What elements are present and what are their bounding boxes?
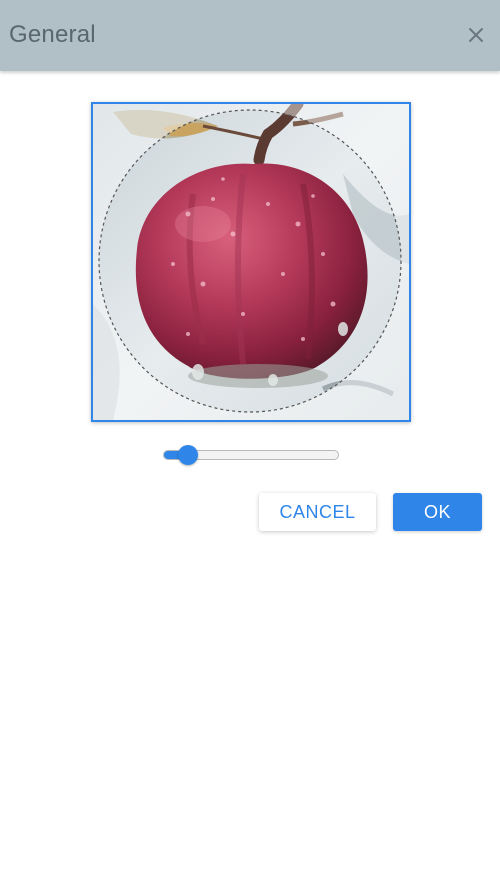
cancel-button[interactable]: CANCEL	[259, 493, 376, 531]
slider-thumb[interactable]	[178, 445, 199, 465]
close-icon[interactable]	[467, 26, 485, 44]
image-crop-area[interactable]	[91, 102, 411, 422]
dialog-title: General	[9, 21, 96, 48]
dialog-header: General	[0, 0, 500, 71]
zoom-slider[interactable]	[163, 445, 339, 465]
close-button[interactable]	[461, 20, 491, 50]
apple-photo	[93, 104, 409, 420]
ok-button[interactable]: OK	[393, 493, 482, 531]
